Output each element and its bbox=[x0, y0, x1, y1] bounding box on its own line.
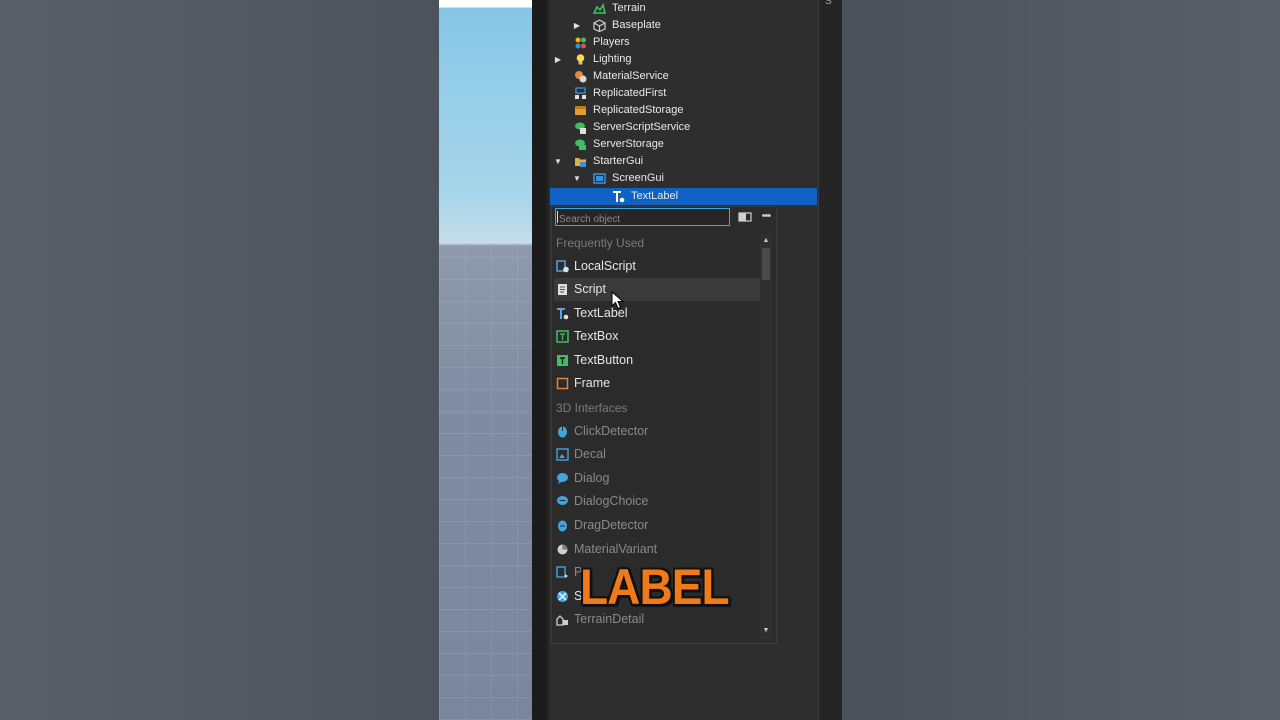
explorer-item-label: Terrain bbox=[612, 2, 646, 14]
insert-item-label: Decal bbox=[574, 447, 606, 461]
explorer-item-label: ReplicatedStorage bbox=[593, 104, 684, 116]
insert-item-clickdetector[interactable]: ClickDetector bbox=[554, 420, 760, 443]
explorer-item-label: TextLabel bbox=[631, 190, 679, 202]
video-blur-right bbox=[841, 0, 1280, 720]
scroll-up-arrow-icon[interactable]: ▲ bbox=[761, 236, 771, 246]
players-icon bbox=[575, 37, 586, 49]
script-icon bbox=[558, 284, 567, 295]
insert-item-textbutton[interactable]: TextButton bbox=[554, 349, 760, 372]
terrain-detail-icon bbox=[556, 615, 568, 626]
insert-item-label: TextButton bbox=[574, 353, 634, 367]
search-object-field[interactable] bbox=[555, 208, 730, 228]
screen-gui-icon bbox=[593, 173, 606, 184]
video-caption: LABEL bbox=[580, 559, 730, 615]
drag-detector-icon bbox=[558, 520, 567, 532]
text-label-icon bbox=[557, 308, 569, 320]
insert-item-decal[interactable]: Decal bbox=[554, 443, 760, 466]
section-frequently-used: Frequently Used bbox=[556, 236, 645, 250]
insert-item-label: TextBox bbox=[574, 329, 619, 343]
baseplate-grid bbox=[439, 246, 532, 720]
expand-arrow-icon[interactable]: ▶ bbox=[553, 51, 563, 68]
explorer-item-label: ServerStorage bbox=[593, 138, 664, 150]
replicated-first-icon bbox=[575, 87, 586, 99]
strip-glyph: S bbox=[825, 0, 832, 7]
explorer-item-label: StarterGui bbox=[593, 155, 644, 167]
collapse-arrow-icon[interactable]: ▼ bbox=[572, 170, 582, 187]
dialog-icon bbox=[557, 473, 568, 484]
insert-item-label: DragDetector bbox=[574, 518, 649, 532]
explorer-item-label: Lighting bbox=[593, 53, 632, 65]
dialog-choice-icon bbox=[557, 496, 568, 505]
expand-arrow-icon[interactable]: ▶ bbox=[572, 17, 582, 34]
explorer-item-serverscriptservice[interactable]: ServerScriptService bbox=[550, 119, 817, 136]
popup-scrollbar[interactable] bbox=[760, 234, 772, 639]
server-script-icon bbox=[575, 122, 586, 134]
part-icon bbox=[593, 19, 606, 32]
scroll-down-arrow-icon[interactable]: ▼ bbox=[761, 626, 771, 636]
insert-item-textbox[interactable]: TextBox bbox=[554, 325, 760, 348]
3d-viewport[interactable] bbox=[439, 0, 532, 720]
insert-item-script[interactable]: Script bbox=[554, 278, 760, 301]
explorer-item-replicatedfirst[interactable]: ReplicatedFirst bbox=[550, 85, 817, 102]
explorer-item-label: MaterialService bbox=[593, 70, 669, 82]
explorer-item-label: Baseplate bbox=[612, 19, 661, 31]
insert-item-label: ClickDetector bbox=[574, 424, 649, 438]
insert-item-label: Dialog bbox=[574, 471, 610, 485]
text-label-icon bbox=[613, 191, 625, 203]
video-blur-left bbox=[0, 0, 439, 720]
surface-icon bbox=[557, 591, 568, 602]
insert-item-textlabel[interactable]: TextLabel bbox=[554, 302, 760, 325]
material-variant-icon bbox=[557, 544, 568, 555]
explorer-item-label: Players bbox=[593, 36, 630, 48]
proximity-icon bbox=[556, 566, 568, 578]
toggle-view-icon[interactable] bbox=[738, 211, 752, 223]
replicated-storage-icon bbox=[575, 106, 586, 115]
material-icon bbox=[575, 71, 587, 83]
frame-icon bbox=[556, 377, 569, 390]
explorer-item-label: ScreenGui bbox=[612, 172, 664, 184]
explorer-item-textlabel-selected[interactable]: TextLabel bbox=[550, 188, 817, 205]
explorer-item-label: ServerScriptService bbox=[593, 121, 691, 133]
more-options-icon[interactable]: ••• bbox=[759, 210, 773, 224]
terrain-icon bbox=[593, 2, 606, 14]
scrollbar-thumb[interactable] bbox=[762, 248, 770, 280]
insert-item-dragdetector[interactable]: DragDetector bbox=[554, 514, 760, 537]
explorer-item-baseplate[interactable]: ▶ Baseplate bbox=[550, 17, 817, 34]
insert-item-frame[interactable]: Frame bbox=[554, 372, 760, 395]
explorer-item-startergui[interactable]: ▼ StarterGui bbox=[550, 153, 817, 170]
insert-item-label: LocalScript bbox=[574, 259, 636, 273]
explorer-item-terrain[interactable]: Terrain bbox=[550, 0, 817, 17]
explorer-item-lighting[interactable]: ▶ Lighting bbox=[550, 51, 817, 68]
section-3d-interfaces: 3D Interfaces bbox=[556, 401, 628, 415]
text-button-icon bbox=[557, 355, 568, 366]
insert-item-dialogchoice[interactable]: DialogChoice bbox=[554, 490, 760, 513]
mouse-cursor-icon bbox=[611, 291, 625, 310]
panel-divider bbox=[532, 0, 546, 720]
explorer-item-serverstorage[interactable]: ServerStorage bbox=[550, 136, 817, 153]
lightbulb-icon bbox=[576, 54, 585, 65]
insert-item-label: DialogChoice bbox=[574, 494, 649, 508]
click-detector-icon bbox=[558, 426, 567, 438]
text-caret bbox=[557, 211, 558, 223]
server-storage-icon bbox=[575, 139, 586, 150]
side-panel-strip: S bbox=[818, 0, 842, 720]
text-box-icon bbox=[556, 330, 569, 343]
insert-item-label: Script bbox=[574, 282, 606, 296]
explorer-item-materialservice[interactable]: MaterialService bbox=[550, 68, 817, 85]
explorer-item-replicatedstorage[interactable]: ReplicatedStorage bbox=[550, 102, 817, 119]
insert-item-localscript[interactable]: LocalScript bbox=[554, 255, 760, 278]
search-object-input[interactable] bbox=[556, 211, 729, 228]
insert-item-label: Frame bbox=[574, 376, 611, 390]
explorer-item-players[interactable]: Players bbox=[550, 34, 817, 51]
explorer-item-screengui[interactable]: ▼ ScreenGui bbox=[550, 170, 817, 187]
decal-icon bbox=[556, 448, 569, 461]
insert-item-dialog[interactable]: Dialog bbox=[554, 467, 760, 490]
folder-icon bbox=[575, 158, 586, 167]
local-script-icon bbox=[556, 260, 569, 273]
collapse-arrow-icon[interactable]: ▼ bbox=[553, 153, 563, 170]
explorer-item-label: ReplicatedFirst bbox=[593, 87, 667, 99]
